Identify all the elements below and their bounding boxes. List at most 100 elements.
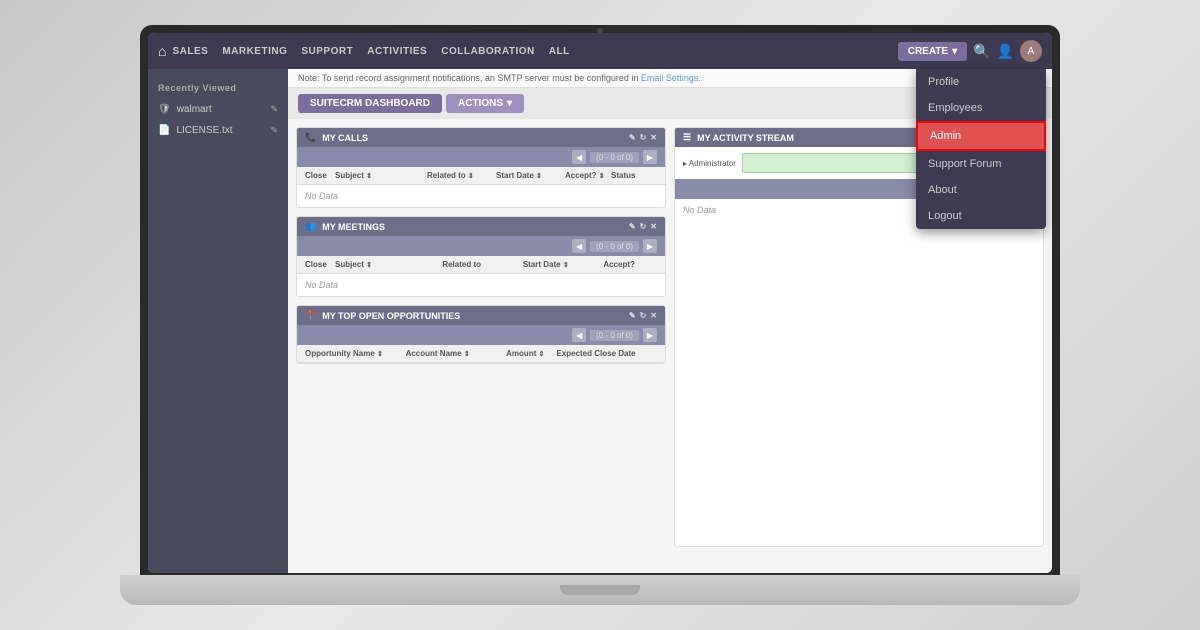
opportunities-widget: 📍 MY TOP OPEN OPPORTUNITIES ✎ ↻ ✕	[296, 305, 666, 364]
meetings-col-related[interactable]: Related to	[442, 260, 523, 269]
opp-next-btn[interactable]: ▶	[643, 328, 657, 342]
opp-close-icon[interactable]: ✕	[650, 311, 657, 320]
calls-table-header: Close Subject ⇕ Related to ⇕ Start Date …	[297, 167, 665, 185]
laptop-base	[120, 575, 1080, 605]
opp-edit-icon[interactable]: ✎	[629, 311, 636, 320]
create-button[interactable]: CREATE ▾	[898, 42, 967, 61]
nav-items: SALES MARKETING SUPPORT ACTIVITIES COLLA…	[172, 46, 897, 57]
my-calls-widget: 📞 MY CALLS ✎ ↻ ✕ ◀	[296, 127, 666, 208]
meetings-close-icon[interactable]: ✕	[650, 222, 657, 231]
meetings-col-accept: Accept?	[603, 260, 657, 269]
opp-header-actions: ✎ ↻ ✕	[629, 311, 657, 320]
meetings-toolbar: ◀ (0 - 0 of 0) ▶	[297, 236, 665, 256]
meetings-edit-icon[interactable]: ✎	[629, 222, 636, 231]
home-icon[interactable]: ⌂	[158, 43, 166, 59]
camera	[597, 28, 603, 34]
dropdown-support-forum[interactable]: Support Forum	[916, 151, 1046, 177]
calls-header-actions: ✎ ↻ ✕	[629, 133, 657, 142]
avatar-initial: A	[1028, 46, 1035, 57]
meetings-header-actions: ✎ ↻ ✕	[629, 222, 657, 231]
opp-prev-btn[interactable]: ◀	[572, 328, 586, 342]
actions-arrow: ▾	[507, 98, 512, 109]
sidebar-item-walmart[interactable]: 🛡 walmart ✎	[148, 99, 288, 120]
calls-refresh-icon[interactable]: ↻	[640, 133, 647, 142]
calls-toolbar: ◀ (0 - 0 of 0) ▶	[297, 147, 665, 167]
nav-collaboration[interactable]: COLLABORATION	[441, 46, 535, 57]
sidebar-title: Recently Viewed	[148, 77, 288, 99]
dropdown-employees[interactable]: Employees	[916, 95, 1046, 121]
opp-col-amount[interactable]: Amount ⇕	[506, 349, 556, 358]
meetings-refresh-icon[interactable]: ↻	[640, 222, 647, 231]
left-column: 📞 MY CALLS ✎ ↻ ✕ ◀	[296, 127, 666, 547]
opp-title: MY TOP OPEN OPPORTUNITIES	[322, 311, 460, 321]
meetings-prev-btn[interactable]: ◀	[572, 239, 586, 253]
meetings-icon: 👥	[305, 221, 316, 232]
laptop-notch	[560, 585, 640, 595]
calls-phone-icon: 📞	[305, 132, 316, 143]
dropdown-profile[interactable]: Profile	[916, 69, 1046, 95]
calls-widget-header: 📞 MY CALLS ✎ ↻ ✕	[297, 128, 665, 147]
search-icon[interactable]: 🔍	[973, 43, 990, 60]
nav-activities[interactable]: ACTIVITIES	[367, 46, 427, 57]
meetings-col-date[interactable]: Start Date ⇕	[523, 260, 604, 269]
bell-icon[interactable]: 👤	[997, 43, 1014, 60]
meetings-title: MY MEETINGS	[322, 222, 385, 232]
user-dropdown-menu: Profile Employees Admin Support Forum Ab…	[916, 69, 1046, 229]
meetings-widget-header: 👥 MY MEETINGS ✎ ↻ ✕	[297, 217, 665, 236]
opp-col-name[interactable]: Opportunity Name ⇕	[305, 349, 406, 358]
calls-no-data: No Data	[297, 185, 665, 207]
tab-suitecrm-dashboard[interactable]: SUITECRM DASHBOARD	[298, 94, 442, 113]
nav-right: CREATE ▾ 🔍 👤 A	[898, 40, 1042, 62]
meetings-pagination: (0 - 0 of 0)	[590, 241, 639, 252]
activity-user-label: ▸ Administrator	[683, 159, 736, 168]
my-meetings-widget: 👥 MY MEETINGS ✎ ↻ ✕ ◀	[296, 216, 666, 297]
calls-col-accept[interactable]: Accept? ⇕	[565, 171, 611, 180]
opp-table-header: Opportunity Name ⇕ Account Name ⇕ Amount…	[297, 345, 665, 363]
activity-icon: ☰	[683, 132, 691, 143]
tab-actions[interactable]: ACTIONS ▾	[446, 94, 524, 113]
avatar[interactable]: A	[1020, 40, 1042, 62]
calls-col-related[interactable]: Related to ⇕	[427, 171, 496, 180]
meetings-next-btn[interactable]: ▶	[643, 239, 657, 253]
calls-col-close: Close	[305, 171, 335, 180]
calls-close-icon[interactable]: ✕	[650, 133, 657, 142]
meetings-col-subject[interactable]: Subject ⇕	[335, 260, 442, 269]
license-icon: 📄	[158, 125, 170, 136]
nav-support[interactable]: SUPPORT	[301, 46, 353, 57]
nav-marketing[interactable]: MARKETING	[222, 46, 287, 57]
edit-walmart-icon[interactable]: ✎	[270, 104, 278, 115]
opp-toolbar: ◀ (0 - 0 of 0) ▶	[297, 325, 665, 345]
calls-col-date[interactable]: Start Date ⇕	[496, 171, 565, 180]
calls-next-btn[interactable]: ▶	[643, 150, 657, 164]
calls-title: MY CALLS	[322, 133, 368, 143]
email-settings-link[interactable]: Email Settings	[641, 73, 699, 83]
nav-sales[interactable]: SALES	[172, 46, 208, 57]
sidebar-walmart-label: walmart	[177, 104, 212, 115]
calls-pagination: (0 - 0 of 0)	[590, 152, 639, 163]
walmart-icon: 🛡	[158, 104, 171, 115]
calls-col-status: Status	[611, 171, 657, 180]
notice-text: Note: To send record assignment notifica…	[298, 73, 641, 83]
dropdown-logout[interactable]: Logout	[916, 203, 1046, 229]
create-label: CREATE	[908, 46, 948, 57]
calls-col-subject[interactable]: Subject ⇕	[335, 171, 427, 180]
sidebar: ◀ Recently Viewed 🛡 walmart ✎ 📄 LICENSE.…	[148, 69, 288, 573]
calls-edit-icon[interactable]: ✎	[629, 133, 636, 142]
dropdown-about[interactable]: About	[916, 177, 1046, 203]
opp-icon: 📍	[305, 310, 316, 321]
opp-refresh-icon[interactable]: ↻	[640, 311, 647, 320]
calls-prev-btn[interactable]: ◀	[572, 150, 586, 164]
nav-all[interactable]: ALL	[549, 46, 570, 57]
sidebar-item-license[interactable]: 📄 LICENSE.txt ✎	[148, 120, 288, 141]
meetings-no-data: No Data	[297, 274, 665, 296]
opp-col-close-date: Expected Close Date	[556, 349, 657, 358]
activity-title: MY ACTIVITY STREAM	[697, 133, 794, 143]
opp-col-account[interactable]: Account Name ⇕	[406, 349, 507, 358]
actions-label: ACTIONS	[458, 98, 503, 109]
opp-widget-header: 📍 MY TOP OPEN OPPORTUNITIES ✎ ↻ ✕	[297, 306, 665, 325]
top-nav: ⌂ SALES MARKETING SUPPORT ACTIVITIES COL…	[148, 33, 1052, 69]
dropdown-admin[interactable]: Admin	[916, 121, 1046, 151]
edit-license-icon[interactable]: ✎	[270, 125, 278, 136]
meetings-col-close: Close	[305, 260, 335, 269]
meetings-table-header: Close Subject ⇕ Related to Start Date ⇕ …	[297, 256, 665, 274]
